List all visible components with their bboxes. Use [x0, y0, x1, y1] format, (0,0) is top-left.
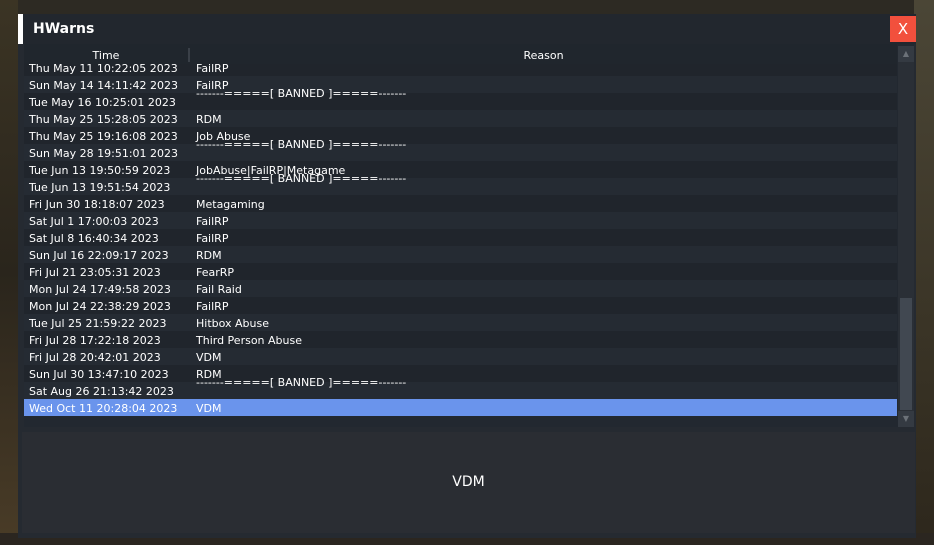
row-reason: FailRP [196, 232, 229, 245]
table-row[interactable]: Sat Jul 8 16:40:34 2023 FailRP [24, 229, 897, 246]
game-background-right [914, 0, 934, 545]
row-time: Thu May 25 15:28:05 2023 [29, 113, 178, 126]
row-time: Tue Jul 25 21:59:22 2023 [29, 317, 167, 330]
vertical-scrollbar[interactable]: ▲ ▼ [898, 46, 914, 427]
table-row[interactable]: Mon Jul 24 17:49:58 2023 Fail Raid [24, 280, 897, 297]
row-reason: -------=====[ BANNED ]=====------- [196, 87, 407, 100]
close-button[interactable]: X [890, 16, 916, 42]
row-reason: VDM [196, 402, 222, 415]
selected-warn-detail: VDM [22, 432, 915, 533]
row-time: Fri Jul 28 17:22:18 2023 [29, 334, 161, 347]
row-time: Sat Aug 26 21:13:42 2023 [29, 385, 174, 398]
table-row[interactable]: Mon Jul 24 22:38:29 2023 FailRP [24, 297, 897, 314]
table-row[interactable]: Sat Jul 1 17:00:03 2023 FailRP [24, 212, 897, 229]
row-time: Mon Jul 24 17:49:58 2023 [29, 283, 171, 296]
row-reason: Fail Raid [196, 283, 242, 296]
table-row[interactable]: Thu May 25 19:16:08 2023 Job Abuse [24, 127, 897, 144]
row-time: Sat Jul 8 16:40:34 2023 [29, 232, 159, 245]
table-row[interactable]: Fri Jul 21 23:05:31 2023 FearRP [24, 263, 897, 280]
table-row[interactable]: Fri Jul 28 17:22:18 2023 Third Person Abu… [24, 331, 897, 348]
row-reason: FailRP [196, 215, 229, 228]
row-time: Sun May 14 14:11:42 2023 [29, 79, 179, 92]
row-reason: Hitbox Abuse [196, 317, 269, 330]
scroll-thumb[interactable] [900, 298, 912, 410]
title-bar[interactable]: HWarns X [18, 14, 916, 44]
row-time: Wed Oct 11 20:28:04 2023 [29, 402, 178, 415]
window-title: HWarns [33, 21, 95, 37]
table-row[interactable]: Fri Jun 30 18:18:07 2023 Metagaming [24, 195, 897, 212]
table-row[interactable]: Tue May 16 10:25:01 2023 -------=====[ BA… [24, 87, 897, 110]
warns-list[interactable]: Time Reason Fri May 5 22:34:22 2023RDM [… [24, 44, 914, 427]
row-time: Fri Jul 21 23:05:31 2023 [29, 266, 161, 279]
row-reason: -------=====[ BANNED ]=====------- [196, 172, 407, 185]
table-row[interactable]: Sun May 14 14:11:42 2023 FailRP [24, 76, 897, 93]
scroll-up-icon[interactable]: ▲ [898, 46, 914, 62]
row-reason: RDM [196, 249, 222, 262]
table-row[interactable]: Tue Jun 13 19:50:59 2023 JobAbuse|FailRP|… [24, 161, 897, 178]
row-reason: RDM [196, 113, 222, 126]
table-row[interactable]: Sun May 28 19:51:01 2023 -------=====[ BA… [24, 138, 897, 161]
detail-reason-text: VDM [452, 474, 485, 490]
row-reason: FailRP [196, 300, 229, 313]
scroll-track[interactable] [898, 62, 914, 411]
row-reason: FearRP [196, 266, 235, 279]
row-time: Tue Jun 13 19:50:59 2023 [29, 164, 171, 177]
row-reason: VDM [196, 351, 222, 364]
row-time: Sun May 28 19:51:01 2023 [29, 147, 179, 160]
row-time: Mon Jul 24 22:38:29 2023 [29, 300, 171, 313]
row-reason: Third Person Abuse [196, 334, 302, 347]
row-time: Sat Jul 1 17:00:03 2023 [29, 215, 159, 228]
row-time: Fri Jul 28 20:42:01 2023 [29, 351, 161, 364]
column-header-reason[interactable]: Reason [190, 44, 897, 64]
title-accent-bar [18, 14, 23, 44]
table-row[interactable]: Sun Jul 16 22:09:17 2023 RDM [24, 246, 897, 263]
list-rows: Fri May 5 22:34:22 2023RDM [D]Thu May 11… [24, 44, 897, 416]
column-header-time[interactable]: Time [24, 44, 188, 64]
table-row[interactable]: Sat Aug 26 21:13:42 2023 -------=====[ BA… [24, 376, 897, 399]
table-row[interactable]: Thu May 25 15:28:05 2023 RDM [24, 110, 897, 127]
row-time: Tue May 16 10:25:01 2023 [29, 96, 176, 109]
row-reason: -------=====[ BANNED ]=====------- [196, 138, 407, 151]
table-row[interactable]: Fri Jul 28 20:42:01 2023 VDM [24, 348, 897, 365]
row-time: Sun Jul 16 22:09:17 2023 [29, 249, 169, 262]
table-row[interactable]: Tue Jun 13 19:51:54 2023 -------=====[ BA… [24, 172, 897, 195]
list-header: Time Reason [24, 44, 897, 64]
table-row-selected[interactable]: Wed Oct 11 20:28:04 2023 VDM [24, 399, 897, 416]
game-background [0, 0, 934, 14]
scroll-down-icon[interactable]: ▼ [898, 411, 914, 427]
row-time: Tue Jun 13 19:51:54 2023 [29, 181, 171, 194]
row-time: Sun Jul 30 13:47:10 2023 [29, 368, 169, 381]
game-background-left [0, 0, 18, 545]
row-reason: Metagaming [196, 198, 265, 211]
row-time: Thu May 25 19:16:08 2023 [29, 130, 178, 143]
warns-window: HWarns X Time Reason Fri May 5 22:34:22 … [18, 14, 916, 538]
table-row[interactable]: Sun Jul 30 13:47:10 2023 RDM [24, 365, 897, 382]
row-time: Fri Jun 30 18:18:07 2023 [29, 198, 165, 211]
table-row[interactable]: Tue Jul 25 21:59:22 2023 Hitbox Abuse [24, 314, 897, 331]
row-reason: -------=====[ BANNED ]=====------- [196, 376, 407, 389]
